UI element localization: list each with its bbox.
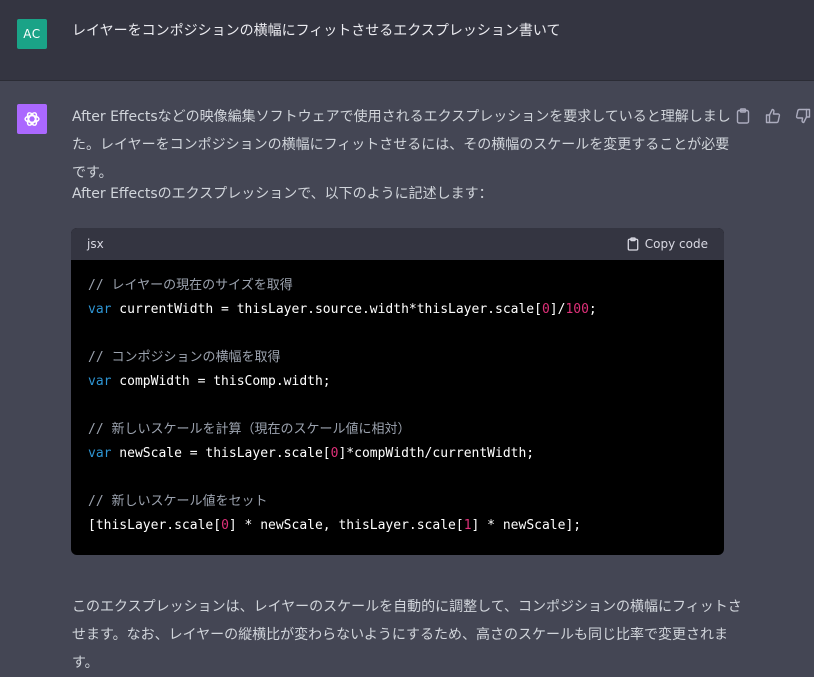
openai-logo-icon <box>24 112 40 126</box>
code-token: compWidth = thisComp.width; <box>111 374 331 389</box>
assistant-paragraph-3: このエクスプレッションは、レイヤーのスケールを自動的に調整して、コンポジションの… <box>72 599 742 671</box>
clipboard-icon <box>627 237 639 251</box>
code-line: var currentWidth = thisLayer.source.widt… <box>88 298 707 322</box>
clipboard-icon <box>736 108 750 124</box>
code-token: 0 <box>221 518 229 533</box>
copy-code-button[interactable]: Copy code <box>627 237 708 251</box>
code-line: [thisLayer.scale[0] * newScale, thisLaye… <box>88 514 707 538</box>
thumbs-down-button[interactable] <box>794 107 812 125</box>
code-token: var <box>88 446 112 461</box>
code-token: [thisLayer.scale[ <box>88 518 222 533</box>
thumbs-up-button[interactable] <box>764 107 782 125</box>
code-token: 100 <box>565 302 589 317</box>
code-content: // レイヤーの現在のサイズを取得 var currentWidth = this… <box>71 260 724 552</box>
assistant-paragraph-2: After Effectsのエクスプレッションで、以下のように記述します： <box>72 186 493 202</box>
code-token: newScale = thisLayer.scale[ <box>111 446 331 461</box>
code-token: // 新しいスケールを計算（現在のスケール値に相対） <box>88 422 411 437</box>
code-line: // 新しいスケールを計算（現在のスケール値に相対） <box>88 418 707 442</box>
code-token: ; <box>588 302 597 317</box>
assistant-paragraph-1: After Effectsなどの映像編集ソフトウェアで使用されるエクスプレッショ… <box>72 109 731 181</box>
thumbs-up-icon <box>765 108 781 124</box>
code-token: ] * newScale]; <box>471 518 582 533</box>
code-language-label: jsx <box>87 237 104 251</box>
code-block: jsx Copy code // レイヤーの現在のサイズを取得 var curre… <box>71 228 724 555</box>
copy-code-label: Copy code <box>644 237 708 251</box>
thumbs-down-icon <box>795 108 811 124</box>
code-token: var <box>88 302 112 317</box>
code-token: ]*compWidth/currentWidth; <box>338 446 535 461</box>
code-line: // コンポジションの横幅を取得 <box>88 346 707 370</box>
code-token: // コンポジションの横幅を取得 <box>88 350 281 365</box>
user-message-row: AC レイヤーをコンポジションの横幅にフィットさせるエクスプレッション書いて <box>0 0 814 81</box>
code-token: 0 <box>541 302 550 317</box>
code-line: // レイヤーの現在のサイズを取得 <box>88 274 707 298</box>
code-token: currentWidth = thisLayer.source.width*th… <box>111 302 542 317</box>
code-token: // 新しいスケール値をセット <box>88 494 268 509</box>
code-line: var compWidth = thisComp.width; <box>88 370 707 394</box>
user-message-text: レイヤーをコンポジションの横幅にフィットさせるエクスプレッション書いて <box>72 23 561 39</box>
code-token: ] * newScale, thisLayer.scale[ <box>228 518 464 533</box>
code-block-header: jsx Copy code <box>71 228 724 260</box>
code-token: ]/ <box>549 302 566 317</box>
assistant-avatar <box>17 104 47 134</box>
code-line: // 新しいスケール値をセット <box>88 490 707 514</box>
copy-message-button[interactable] <box>734 107 752 125</box>
code-token: var <box>88 374 112 389</box>
message-actions <box>734 107 812 125</box>
user-avatar: AC <box>17 19 47 49</box>
code-line: var newScale = thisLayer.scale[0]*compWi… <box>88 442 707 466</box>
code-token: // レイヤーの現在のサイズを取得 <box>88 278 293 293</box>
code-token: 1 <box>463 518 472 533</box>
